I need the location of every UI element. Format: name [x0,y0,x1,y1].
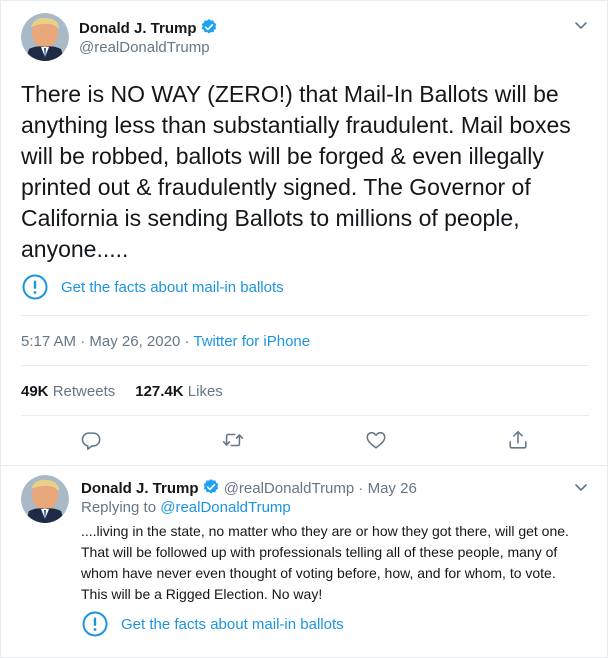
author-handle[interactable]: @realDonaldTrump [79,39,210,56]
chevron-down-icon[interactable] [573,479,589,495]
replying-to-mention[interactable]: @realDonaldTrump [160,499,291,516]
tweet-separator [1,465,608,466]
replying-to: Replying to @realDonaldTrump [81,499,291,516]
heart-icon[interactable] [365,429,387,451]
retweets-label: Retweets [52,383,116,400]
action-bar [1,425,608,455]
author-name-row: Donald J. Trump [79,18,218,38]
divider [21,315,589,316]
divider [21,415,589,416]
reply-header: Donald J. Trump @realDonaldTrump · May 2… [81,478,417,497]
likes-label: Likes [187,383,223,400]
likes-stat[interactable]: 127.4K Likes [135,383,223,400]
likes-count: 127.4K [135,383,184,400]
tweet-source[interactable]: Twitter for iPhone [193,333,310,350]
chevron-down-icon[interactable] [573,17,589,33]
meta-dot: · [358,480,364,497]
tweet-date[interactable]: May 26, 2020 [89,333,180,350]
fact-check-link[interactable]: Get the facts about mail-in ballots [21,273,284,301]
main-tweet: Donald J. Trump @realDonaldTrump There i… [1,1,608,465]
replying-to-label: Replying to [81,499,157,516]
fact-check-label: Get the facts about mail-in ballots [121,615,344,633]
reply-icon[interactable] [80,429,102,451]
verified-badge-icon [203,479,218,494]
verified-badge-icon [201,19,216,34]
tweet-time[interactable]: 5:17 AM [21,333,76,350]
avatar[interactable] [21,475,69,523]
tweet-date[interactable]: May 26 [368,480,417,497]
share-icon[interactable] [507,429,529,451]
fact-check-link[interactable]: Get the facts about mail-in ballots [81,610,344,638]
retweets-stat[interactable]: 49K Retweets [21,383,115,400]
retweets-count: 49K [21,383,49,400]
avatar[interactable] [21,13,69,61]
fact-check-label: Get the facts about mail-in ballots [61,278,284,296]
retweet-icon[interactable] [222,429,244,451]
exclamation-circle-icon [82,611,108,637]
tweet-text: ....living in the state, no matter who t… [81,523,569,602]
author-handle[interactable]: @realDonaldTrump [224,480,355,497]
author-name[interactable]: Donald J. Trump [81,480,199,497]
divider [21,365,589,366]
author-name[interactable]: Donald J. Trump [79,20,197,37]
meta-dot: · [80,333,90,350]
exclamation-circle-icon [22,274,48,300]
tweet-stats: 49K Retweets 127.4K Likes [21,383,223,400]
tweet-text: There is NO WAY (ZERO!) that Mail-In Bal… [21,81,571,262]
tweet-meta: 5:17 AM · May 26, 2020 · Twitter for iPh… [21,333,310,350]
tweet-thread: Donald J. Trump @realDonaldTrump There i… [0,0,608,658]
